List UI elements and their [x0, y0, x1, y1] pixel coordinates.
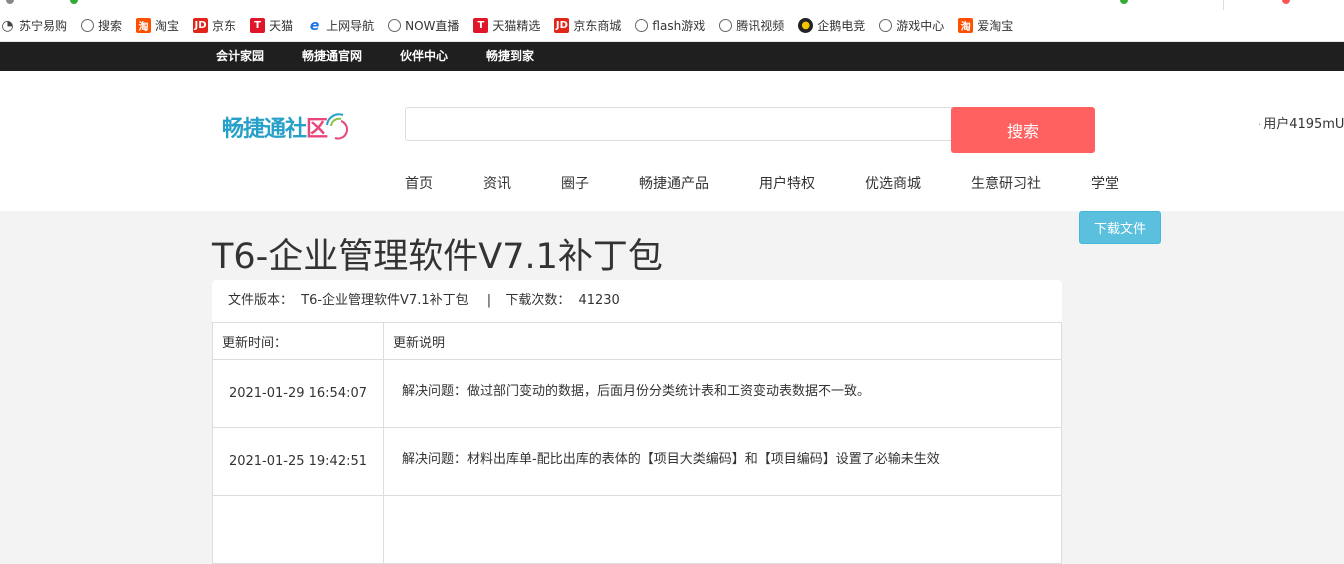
nav-privilege[interactable]: 用户特权	[759, 173, 815, 193]
bookmark-now[interactable]: NOW直播	[388, 17, 459, 34]
row-desc: 解决问题：做过部门变动的数据，后面月份分类统计表和工资变动表数据不一致。	[383, 359, 1062, 428]
row-time-empty	[212, 495, 384, 564]
browser-dot	[1120, 0, 1128, 4]
nav-business[interactable]: 生意研习社	[971, 173, 1041, 193]
globe-icon	[879, 19, 893, 32]
bookmark-jd-mall[interactable]: JD 京东商城	[554, 17, 621, 34]
column-header-time: 更新时间：	[212, 322, 384, 360]
globe-icon	[388, 19, 402, 32]
nav-news[interactable]: 资讯	[483, 173, 511, 193]
update-table: 更新时间： 更新说明 2021-01-29 16:54:07 解决问题：做过部门…	[212, 322, 1062, 564]
table-row: 2021-01-25 19:42:51 解决问题：材料出库单-配比出库的表体的【…	[212, 427, 1062, 496]
file-info-bar: 文件版本： T6-企业管理软件V7.1补丁包 | 下载次数： 41230	[212, 280, 1062, 322]
sitebar-link-partner[interactable]: 伙伴中心	[400, 42, 448, 71]
downloads-label: 下载次数：	[505, 293, 571, 308]
bookmark-tmall[interactable]: T 天猫	[250, 17, 293, 34]
user-name[interactable]: · 用户4195mU	[1258, 113, 1344, 132]
search-input[interactable]	[405, 107, 953, 141]
search-button[interactable]: 搜索	[951, 107, 1095, 153]
version-label: 文件版本：	[228, 293, 294, 308]
globe-icon	[81, 19, 95, 32]
nav-products[interactable]: 畅捷通产品	[639, 173, 709, 193]
browser-dot	[70, 0, 78, 4]
logo-wifi-icon	[326, 113, 349, 140]
tmall-icon: T	[250, 18, 266, 33]
table-row: 2021-01-29 16:54:07 解决问题：做过部门变动的数据，后面月份分…	[212, 359, 1062, 428]
bookmark-jd[interactable]: JD 京东	[193, 17, 236, 34]
globe-icon	[635, 19, 649, 32]
table-header-row: 更新时间： 更新说明	[212, 322, 1062, 360]
bookmark-egame[interactable]: ● 企鹅电竞	[798, 17, 865, 34]
site-logo[interactable]: 畅捷通社区	[222, 111, 355, 143]
browser-top-strip	[0, 0, 1344, 10]
site-top-bar: 会计家园 畅捷通官网 伙伴中心 畅捷到家	[0, 42, 1344, 71]
nav-mall[interactable]: 优选商城	[865, 173, 921, 193]
taobao-icon: 淘	[136, 18, 152, 33]
table-row	[212, 495, 1062, 564]
divider	[1223, 0, 1224, 10]
row-desc: 解决问题：材料出库单-配比出库的表体的【项目大类编码】和【项目编码】设置了必输未…	[383, 427, 1062, 496]
download-file-button[interactable]: 下载文件	[1079, 211, 1161, 244]
jd-icon: JD	[193, 18, 209, 33]
sitebar-link-kuaiji[interactable]: 会计家园	[216, 42, 264, 71]
globe-icon	[719, 19, 733, 32]
bookmark-suning[interactable]: ◔ 苏宁易购	[0, 17, 67, 34]
ie-icon: e	[309, 17, 320, 34]
sitebar-link-daojia[interactable]: 畅捷到家	[486, 42, 534, 71]
downloads-value: 41230	[578, 293, 620, 308]
page-title: T6-企业管理软件V7.1补丁包	[212, 237, 663, 277]
logo-text: 畅捷通社区	[222, 117, 328, 142]
nav-home[interactable]: 首页	[405, 173, 433, 193]
bookmark-game-center[interactable]: 游戏中心	[879, 17, 944, 34]
nav-circle[interactable]: 圈子	[561, 173, 589, 193]
jd-icon: JD	[554, 18, 570, 33]
tmall-icon: T	[473, 18, 489, 33]
column-header-desc: 更新说明	[383, 322, 1062, 360]
user-dot-icon: ·	[1258, 120, 1262, 131]
version-value: T6-企业管理软件V7.1补丁包	[301, 293, 469, 308]
suning-icon: ◔	[1, 17, 14, 34]
bookmark-flash[interactable]: flash游戏	[635, 17, 705, 34]
bookmark-taobao[interactable]: 淘淘宝	[136, 17, 179, 34]
info-separator: |	[486, 293, 492, 308]
bookmarks-bar: ◔ 苏宁易购 搜索 淘淘宝 JD 京东 T 天猫 e 上网导航 NOW直播 T 天猫精选 …	[0, 10, 1344, 42]
row-desc-empty	[383, 495, 1062, 564]
bookmark-nav[interactable]: e 上网导航	[307, 17, 374, 34]
nav-school[interactable]: 学堂	[1091, 173, 1119, 193]
sitebar-link-official[interactable]: 畅捷通官网	[302, 42, 362, 71]
row-time: 2021-01-29 16:54:07	[212, 359, 384, 428]
row-time: 2021-01-25 19:42:51	[212, 427, 384, 496]
browser-dot	[6, 0, 14, 4]
site-header: 畅捷通社区 搜索 · 用户4195mU 首页 资讯 圈子 畅捷通产品 用户特权 优…	[0, 71, 1344, 211]
bookmark-ai-taobao[interactable]: 淘爱淘宝	[958, 17, 1013, 34]
bookmark-tencent-video[interactable]: 腾讯视频	[719, 17, 784, 34]
bookmark-tmall-select[interactable]: T 天猫精选	[473, 17, 540, 34]
browser-dot	[1282, 0, 1290, 4]
game-icon: ●	[798, 18, 814, 33]
taobao-icon: 淘	[958, 18, 974, 33]
bookmark-search[interactable]: 搜索	[81, 17, 122, 34]
